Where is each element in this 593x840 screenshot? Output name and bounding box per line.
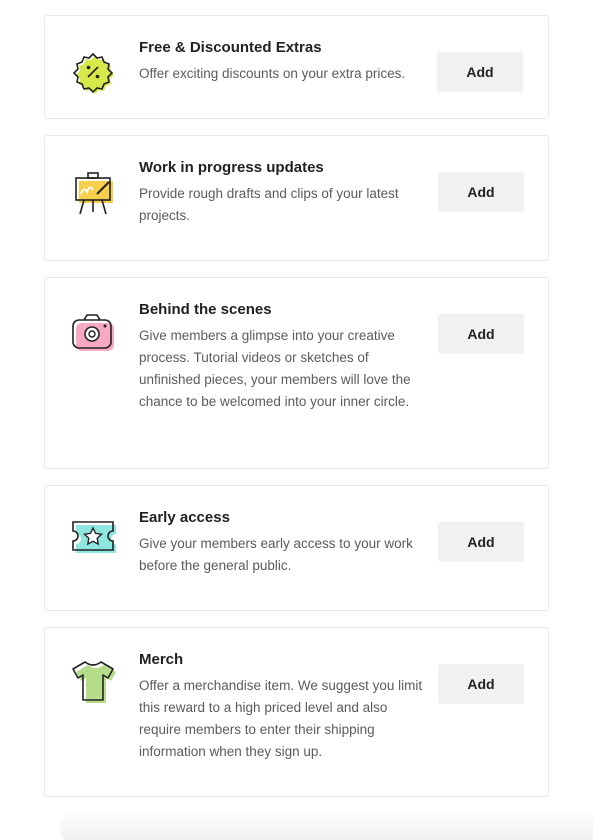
add-reward-button[interactable]: Add (438, 664, 524, 704)
reward-description: Provide rough drafts and clips of your l… (139, 186, 399, 223)
t-shirt-icon (69, 656, 117, 704)
reward-title: Early access (139, 509, 230, 526)
reward-title: Work in progress updates (139, 159, 324, 176)
reward-description: Give your members early access to your w… (139, 536, 413, 573)
reward-card-free-discounted-extras: Free & Discounted Extras Offer exciting … (44, 15, 549, 119)
rewards-page: Free & Discounted Extras Offer exciting … (0, 0, 593, 840)
reward-description: Give members a glimpse into your creativ… (139, 328, 411, 409)
ticket-star-icon (69, 514, 117, 562)
reward-title: Merch (139, 651, 184, 668)
reward-title: Free & Discounted Extras (139, 39, 322, 56)
reward-description: Offer exciting discounts on your extra p… (139, 66, 406, 81)
reward-card-work-in-progress: Work in progress updates Provide rough d… (44, 135, 549, 261)
reward-card-behind-the-scenes: Behind the scenes Give members a glimpse… (44, 277, 549, 469)
discount-badge-icon (69, 48, 117, 96)
reward-card-early-access: Early access Give your members early acc… (44, 485, 549, 611)
add-reward-button[interactable]: Add (438, 522, 524, 562)
camera-icon (69, 308, 117, 356)
add-reward-button[interactable]: Add (437, 52, 523, 92)
add-reward-button[interactable]: Add (438, 172, 524, 212)
reward-card-merch: Merch Offer a merchandise item. We sugge… (44, 627, 549, 797)
easel-icon (69, 168, 117, 216)
add-reward-button[interactable]: Add (438, 314, 524, 354)
reward-title: Behind the scenes (139, 301, 272, 318)
bottom-overlay-shadow (60, 808, 593, 840)
reward-description: Offer a merchandise item. We suggest you… (139, 678, 423, 759)
